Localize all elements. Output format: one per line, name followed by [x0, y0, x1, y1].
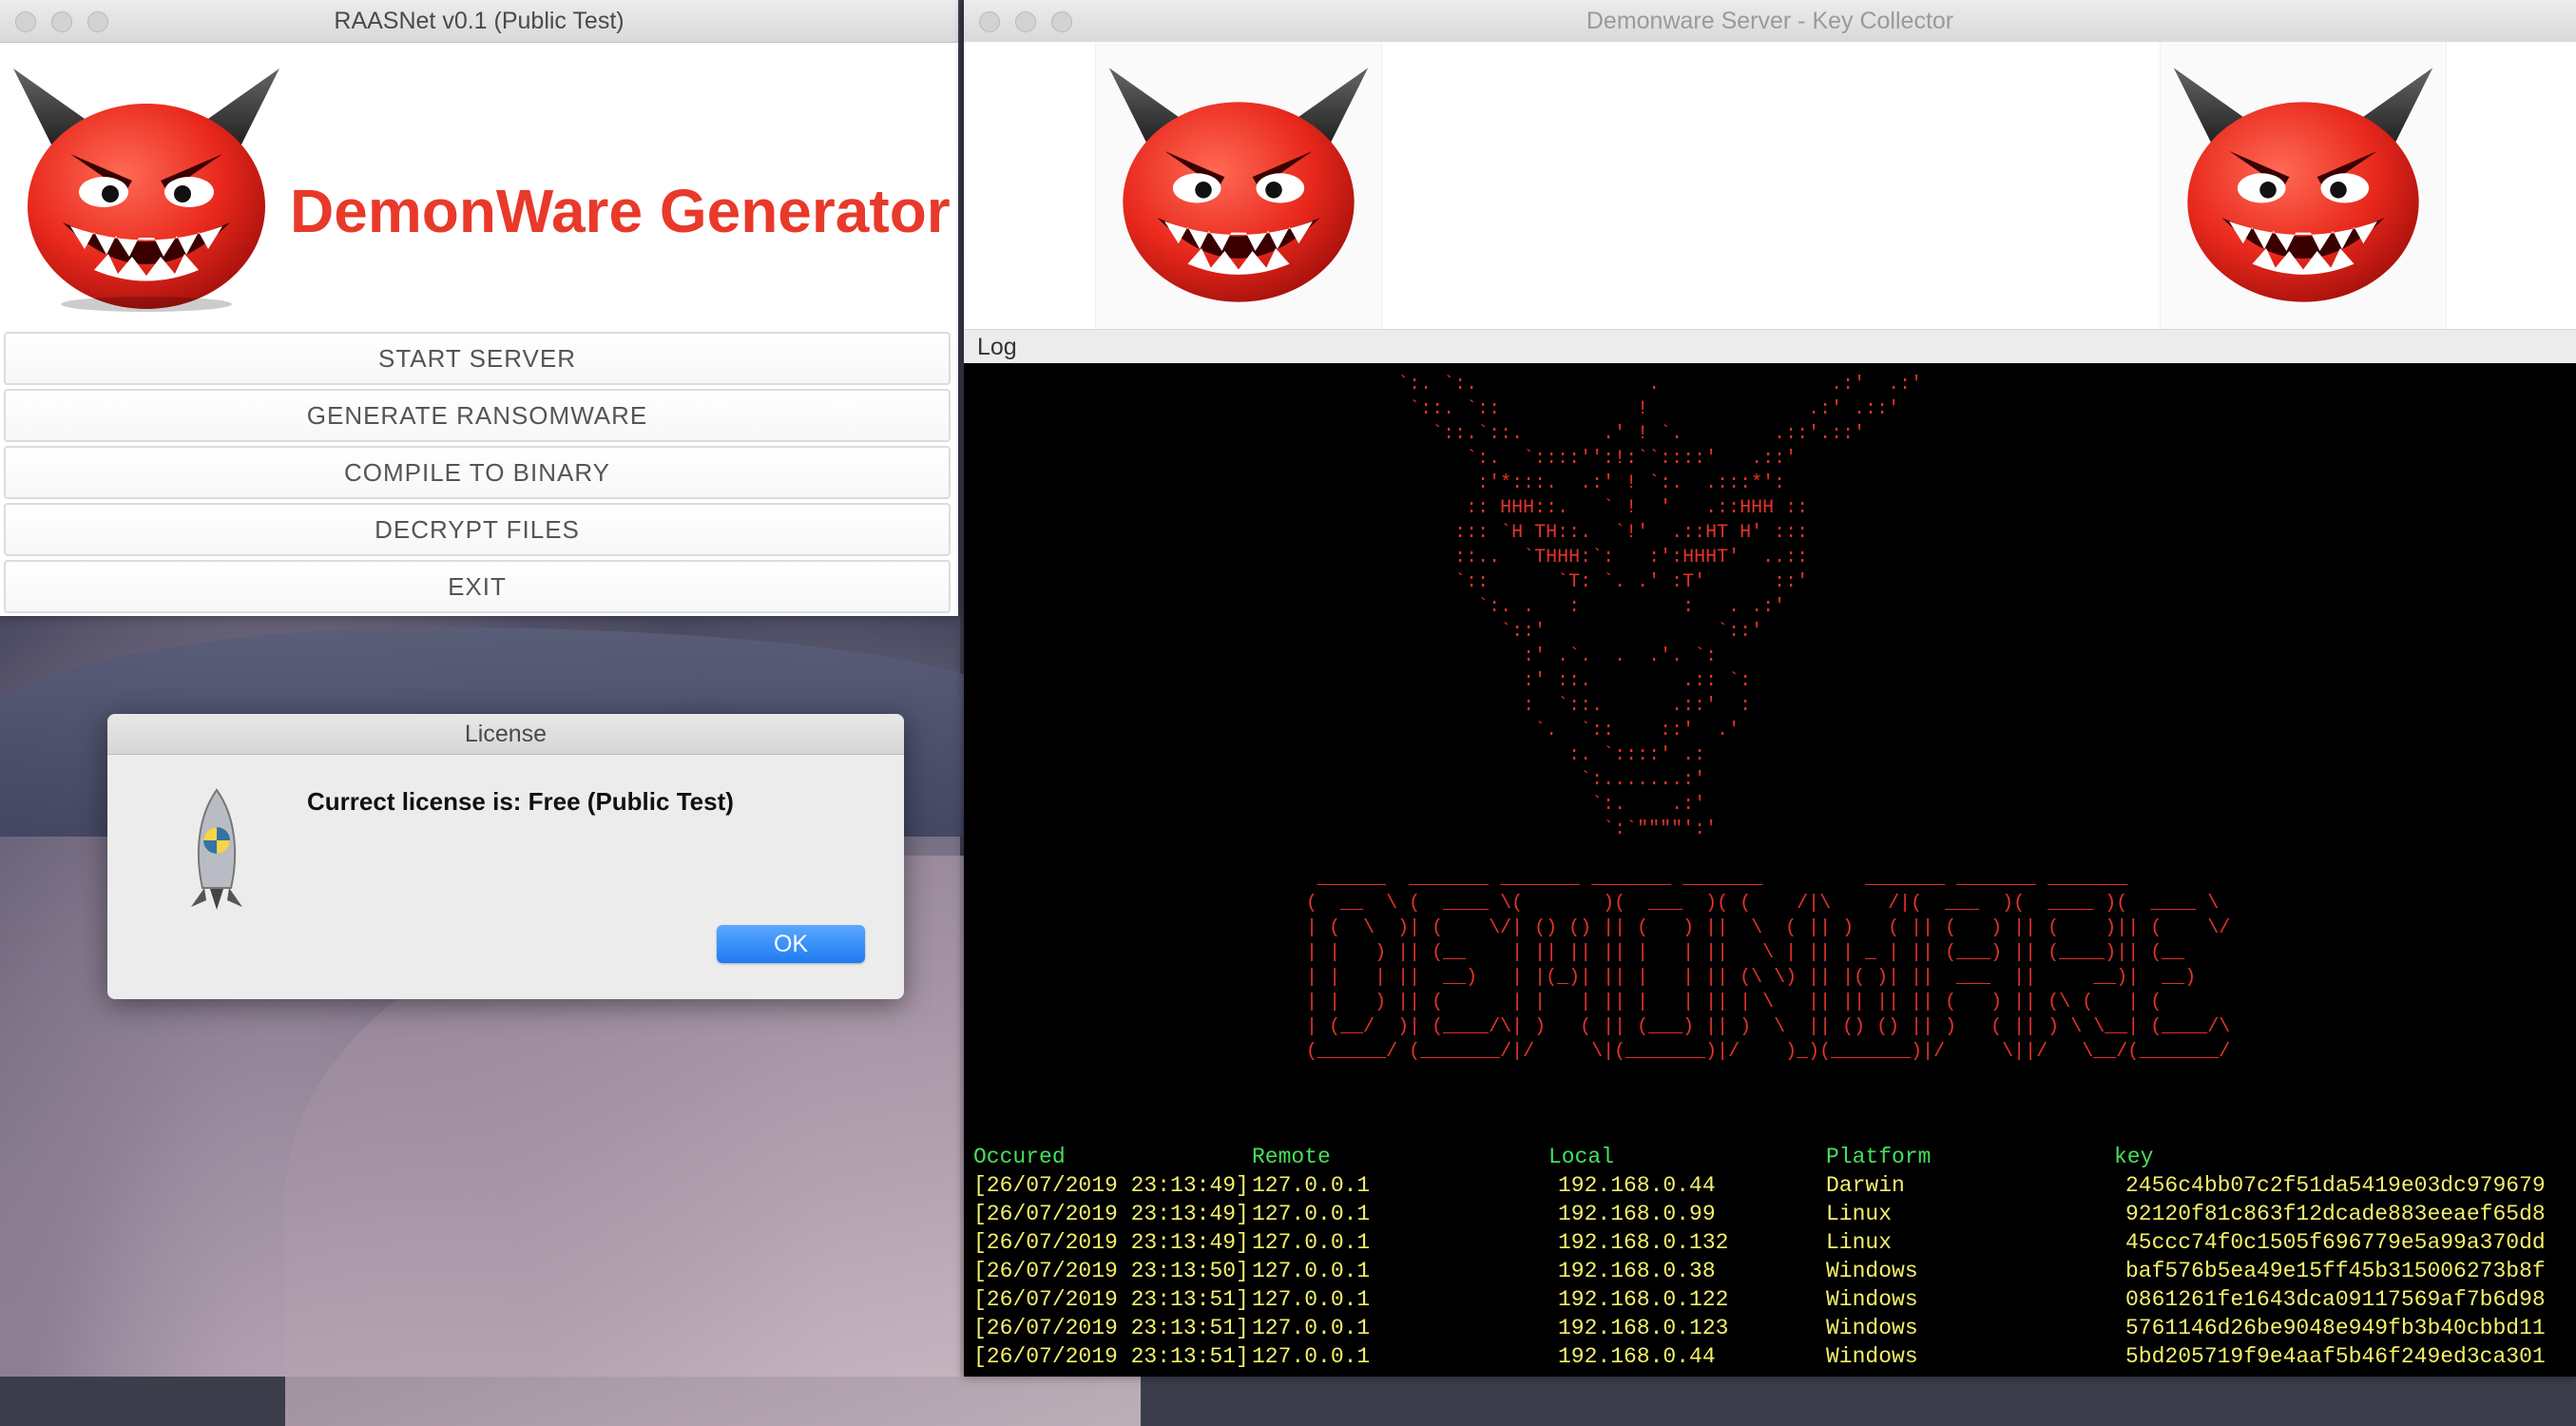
- log-platform: Linux: [1826, 1202, 1893, 1226]
- log-key: 92120f81c863f12dcade883eeaef65d8: [2125, 1202, 2546, 1226]
- log-local: 192.168.0.44: [1558, 1173, 1716, 1198]
- log-platform: Windows: [1826, 1316, 1918, 1340]
- devil-icon: [13, 68, 279, 312]
- header-platform: Platform: [1826, 1145, 1932, 1169]
- close-icon[interactable]: [979, 11, 1000, 32]
- log-occured: [26/07/2019 23:13:51]: [973, 1316, 1249, 1340]
- log-platform: Linux: [1826, 1230, 1893, 1255]
- log-local: 192.168.0.122: [1558, 1287, 1729, 1312]
- window-title: RAASNet v0.1 (Public Test): [334, 8, 625, 34]
- header-remote: Remote: [1252, 1145, 1331, 1169]
- header-key: key: [2114, 1145, 2154, 1169]
- log-platform: Windows: [1826, 1259, 1918, 1283]
- key-collector-window: Demonware Server - Key Collector Log `:.…: [964, 0, 2576, 1377]
- log-remote: 127.0.0.1: [1252, 1202, 1371, 1226]
- log-local: 192.168.0.132: [1558, 1230, 1729, 1255]
- log-remote: 127.0.0.1: [1252, 1259, 1371, 1283]
- window-titlebar[interactable]: RAASNet v0.1 (Public Test): [0, 0, 958, 43]
- devil-icon: [2173, 67, 2433, 302]
- zoom-icon[interactable]: [87, 11, 108, 32]
- log-occured: [26/07/2019 23:13:49]: [973, 1230, 1249, 1255]
- log-occured: [26/07/2019 23:13:49]: [973, 1202, 1249, 1226]
- window-title: Demonware Server - Key Collector: [1586, 8, 1954, 34]
- log-remote: 127.0.0.1: [1252, 1316, 1371, 1340]
- log-platform: Windows: [1826, 1287, 1918, 1312]
- log-occured: [26/07/2019 23:13:50]: [973, 1259, 1249, 1283]
- log-key: 0861261fe1643dca09117569af7b6d98: [2125, 1287, 2546, 1312]
- banner: [964, 42, 2576, 329]
- traffic-lights: [15, 11, 108, 32]
- python-rocket-icon: [191, 788, 242, 910]
- minimize-icon[interactable]: [51, 11, 72, 32]
- license-dialog: License Currect license is: Free (Public…: [107, 714, 904, 999]
- raasnet-window: RAASNet v0.1 (Public Test) DemonWare Gen…: [0, 0, 958, 616]
- dialog-title: License: [107, 714, 904, 755]
- log-key: 5761146d26be9048e949fb3b40cbbd11: [2125, 1316, 2546, 1340]
- traffic-lights: [979, 11, 1072, 32]
- zoom-icon[interactable]: [1051, 11, 1072, 32]
- log-local: 192.168.0.44: [1558, 1344, 1716, 1369]
- header-occured: Occured: [973, 1145, 1066, 1169]
- log-remote: 127.0.0.1: [1252, 1230, 1371, 1255]
- ascii-art-banner: `:. `:. . .:' .:' `::. `:: ! .:' .::' `:…: [1306, 374, 2231, 1063]
- banner-logo-right: [2160, 42, 2447, 329]
- log-remote: 127.0.0.1: [1252, 1287, 1371, 1312]
- log-platform: Darwin: [1826, 1173, 1905, 1198]
- start-server-button[interactable]: START SERVER: [4, 332, 951, 385]
- log-platform: Windows: [1826, 1344, 1918, 1369]
- log-local: 192.168.0.123: [1558, 1316, 1729, 1340]
- log-local: 192.168.0.38: [1558, 1259, 1716, 1283]
- log-occured: [26/07/2019 23:13:51]: [973, 1344, 1249, 1369]
- minimize-icon[interactable]: [1015, 11, 1036, 32]
- log-remote: 127.0.0.1: [1252, 1344, 1371, 1369]
- log-console[interactable]: `:. `:. . .:' .:' `::. `:: ! .:' .::' `:…: [964, 363, 2576, 1377]
- log-key: 45ccc74f0c1505f696779e5a99a370dd: [2125, 1230, 2546, 1255]
- decrypt-files-button[interactable]: DECRYPT FILES: [4, 503, 951, 556]
- compile-to-binary-button[interactable]: COMPILE TO BINARY: [4, 446, 951, 499]
- generator-title: DemonWare Generator: [290, 177, 951, 245]
- log-key: baf576b5ea49e15ff45b315006273b8f: [2125, 1259, 2546, 1283]
- banner-logo-left: [1095, 42, 1382, 329]
- log-remote: 127.0.0.1: [1252, 1173, 1371, 1198]
- exit-button[interactable]: EXIT: [4, 560, 951, 613]
- generate-ransomware-button[interactable]: GENERATE RANSOMWARE: [4, 389, 951, 442]
- log-label: Log: [964, 329, 2576, 363]
- log-occured: [26/07/2019 23:13:49]: [973, 1173, 1249, 1198]
- devil-icon: [1108, 67, 1369, 302]
- close-icon[interactable]: [15, 11, 36, 32]
- header-local: Local: [1548, 1145, 1615, 1169]
- ok-button[interactable]: OK: [717, 925, 865, 963]
- log-local: 192.168.0.99: [1558, 1202, 1716, 1226]
- log-occured: [26/07/2019 23:13:51]: [973, 1287, 1249, 1312]
- license-message: Currect license is: Free (Public Test): [307, 787, 734, 816]
- log-key: 2456c4bb07c2f51da5419e03dc979679: [2125, 1173, 2546, 1198]
- log-key: 5bd205719f9e4aaf5b46f249ed3ca301: [2125, 1344, 2546, 1369]
- window-titlebar[interactable]: Demonware Server - Key Collector: [964, 0, 2576, 43]
